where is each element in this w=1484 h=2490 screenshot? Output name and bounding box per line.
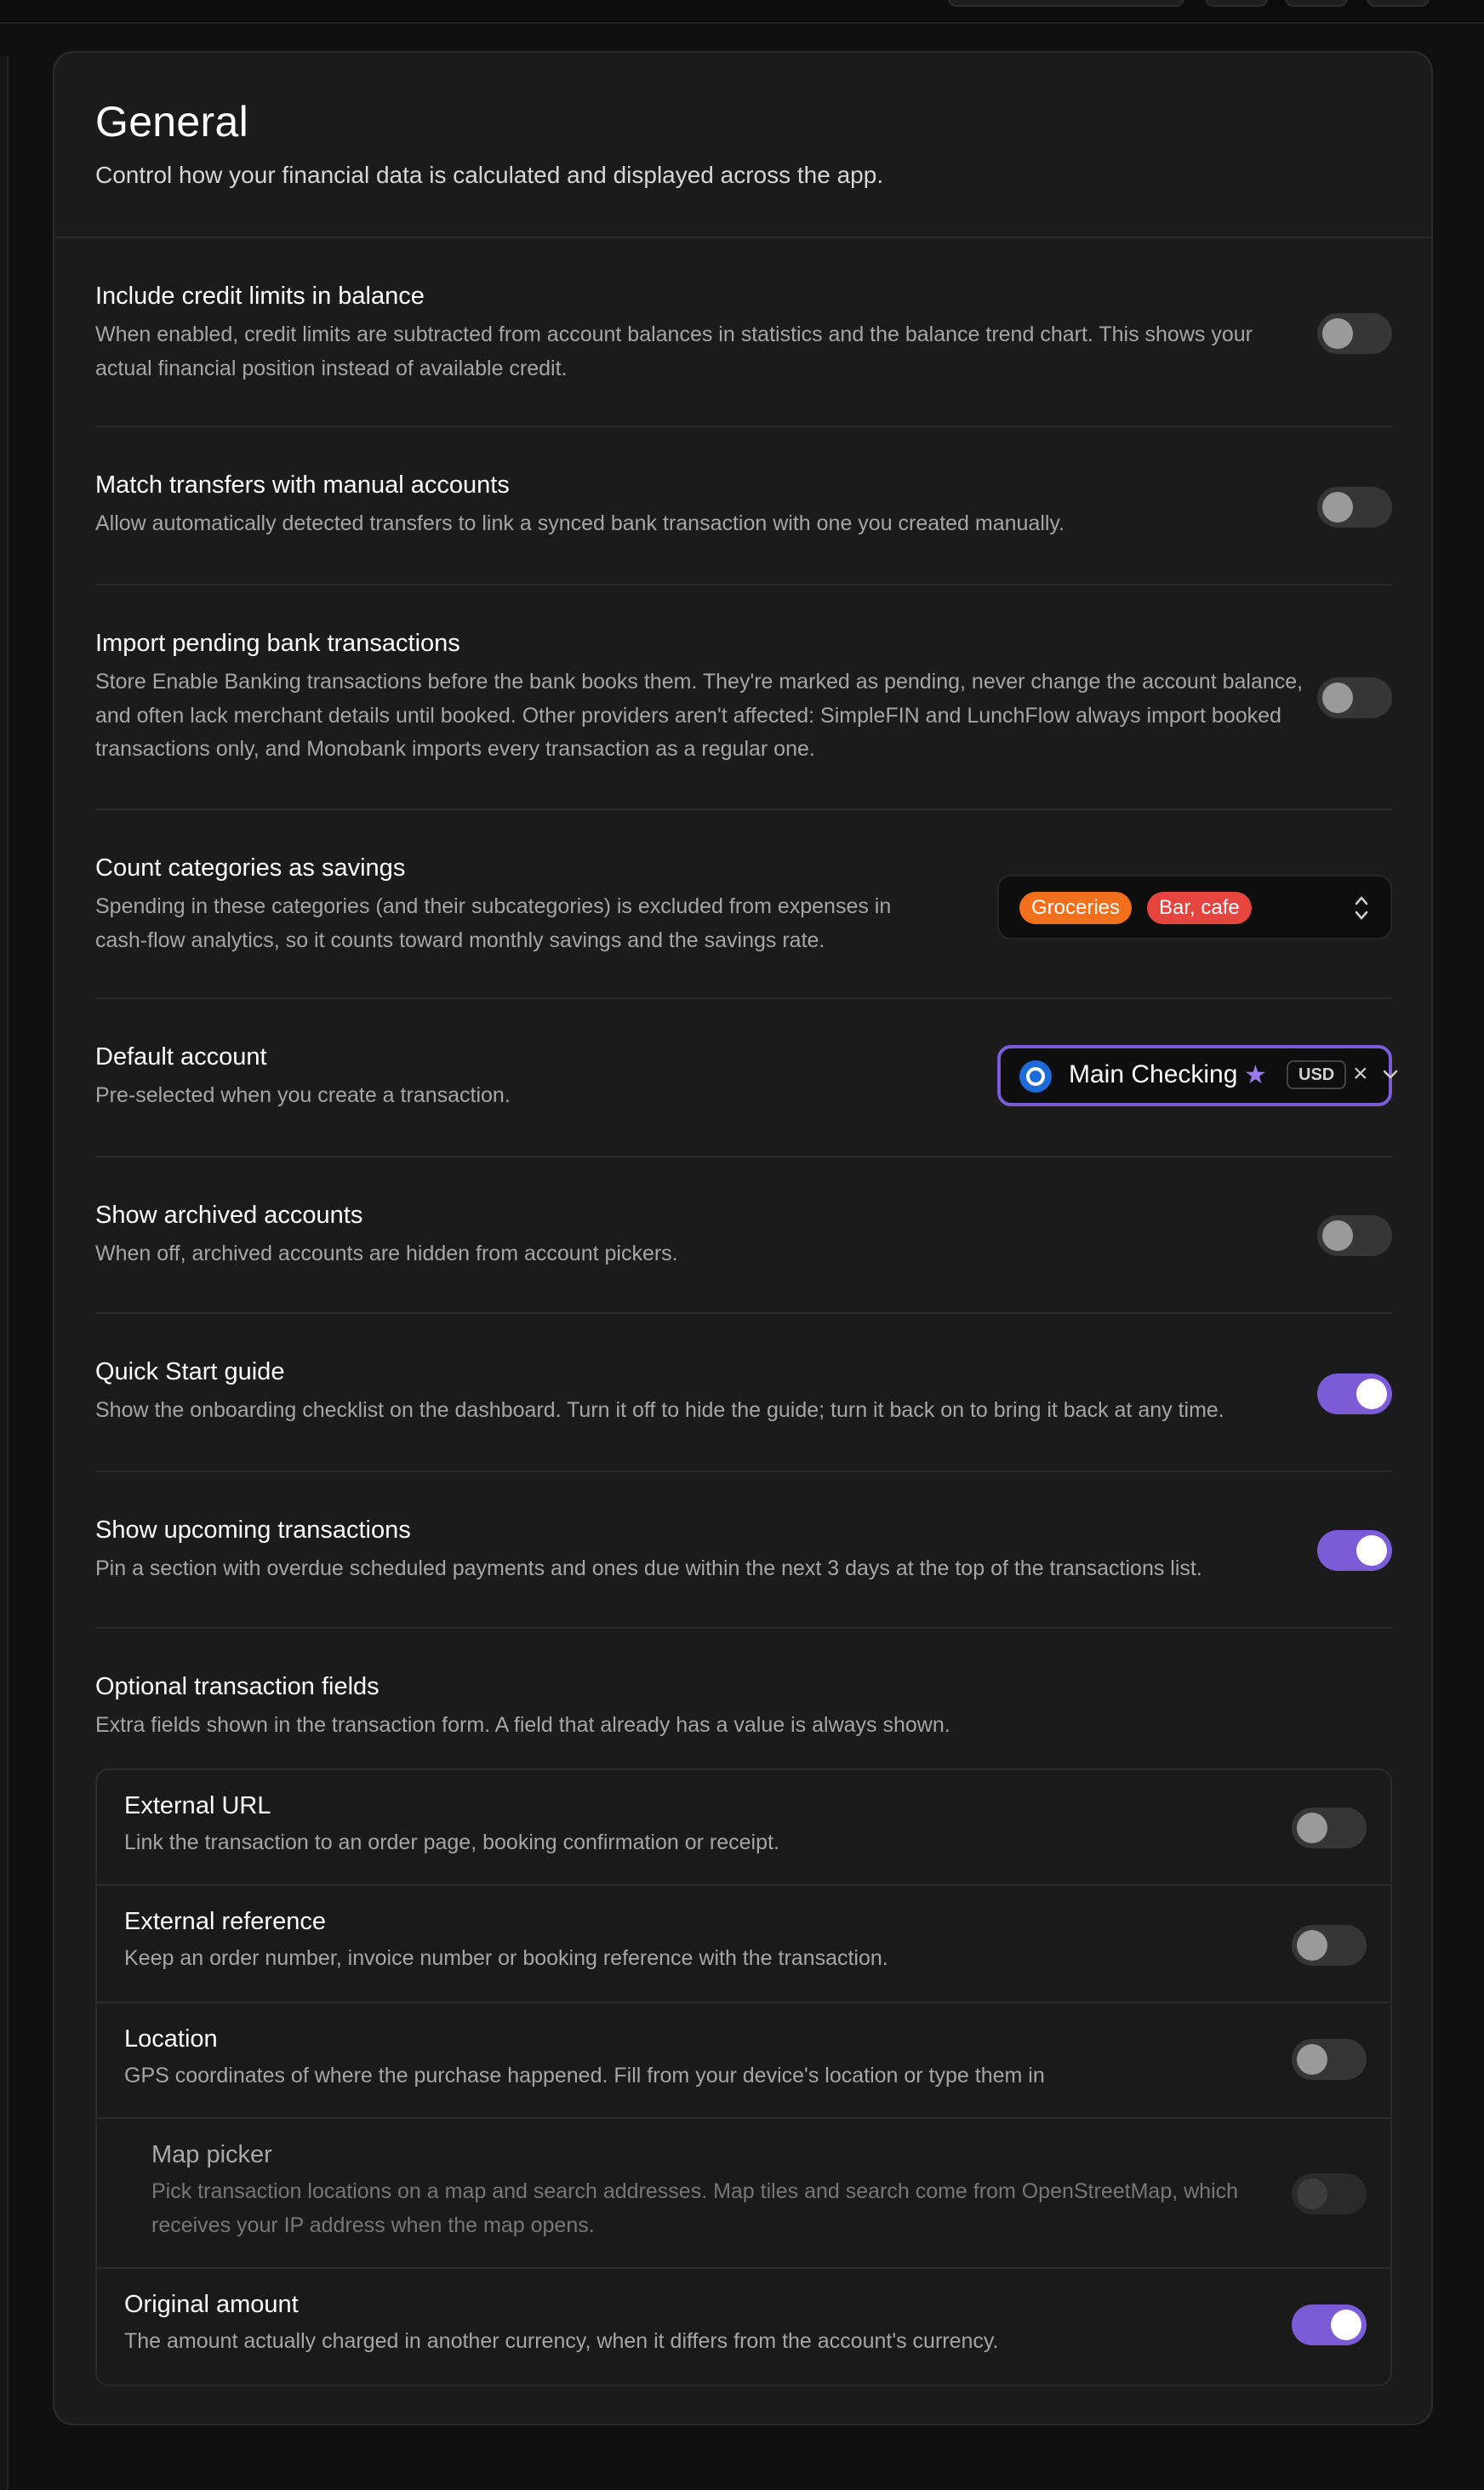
toggle-knob <box>1297 2044 1327 2075</box>
field-location: Location GPS coordinates of where the pu… <box>97 2003 1390 2119</box>
field-title: Map picker <box>151 2141 272 2168</box>
field-description: The amount actually charged in another c… <box>124 2329 999 2353</box>
savings-categories-select[interactable]: Groceries Bar, cafe <box>997 875 1392 939</box>
setting-title: Match transfers with manual accounts <box>95 471 510 499</box>
location-toggle[interactable] <box>1292 2039 1367 2080</box>
credit-limits-toggle[interactable] <box>1317 313 1392 354</box>
toggle-knob <box>1297 1930 1327 1961</box>
chevron-updown-icon <box>1355 896 1368 920</box>
toggle-knob <box>1356 1535 1387 1566</box>
optional-fields-list: External URL Link the transaction to an … <box>95 1768 1392 2386</box>
setting-description: Store Enable Banking transactions before… <box>95 670 1304 694</box>
setting-credit-limits: Include credit limits in balance When en… <box>95 238 1392 427</box>
archived-accounts-toggle[interactable] <box>1317 1215 1392 1256</box>
toggle-knob <box>1322 1220 1353 1251</box>
setting-optional-fields: Optional transaction fields Extra fields… <box>95 1629 1392 1756</box>
field-original-amount: Original amount The amount actually char… <box>97 2269 1390 2384</box>
bank-logo-icon <box>1019 1060 1052 1093</box>
field-title: External reference <box>124 1908 326 1935</box>
setting-description: transactions only, and Monobank imports … <box>95 737 815 761</box>
setting-title: Default account <box>95 1043 267 1071</box>
toggle-knob <box>1297 1813 1327 1843</box>
setting-default-account: Default account Pre-selected when you cr… <box>95 999 1398 1157</box>
setting-description: Show the onboarding checklist on the das… <box>95 1398 1224 1422</box>
top-action-button[interactable] <box>1367 0 1430 7</box>
setting-title: Show archived accounts <box>95 1202 363 1229</box>
default-account-select[interactable]: Main Checking ★ USD × <box>997 1045 1398 1106</box>
page-subtitle: Control how your financial data is calcu… <box>95 162 884 188</box>
setting-title: Optional transaction fields <box>95 1673 380 1700</box>
field-description: receives your IP address when the map op… <box>151 2213 595 2237</box>
toggle-knob <box>1322 492 1353 523</box>
top-action-button[interactable] <box>1285 0 1348 7</box>
field-title: Original amount <box>124 2291 299 2318</box>
category-chip[interactable]: Groceries <box>1019 892 1133 924</box>
original-amount-toggle[interactable] <box>1292 2304 1367 2345</box>
chevron-down-icon[interactable] <box>1382 1065 1399 1082</box>
setting-pending-transactions: Import pending bank transactions Store E… <box>95 585 1392 810</box>
setting-description: actual financial position instead of ava… <box>95 357 568 380</box>
currency-badge: USD <box>1287 1060 1347 1089</box>
field-map-picker: Map picker Pick transaction locations on… <box>97 2119 1390 2269</box>
setting-description: Spending in these categories (and their … <box>95 894 892 918</box>
card-header: General Control how your financial data … <box>54 53 1431 238</box>
external-url-toggle[interactable] <box>1292 1808 1367 1848</box>
toggle-knob <box>1322 318 1353 349</box>
setting-description: When off, archived accounts are hidden f… <box>95 1242 678 1265</box>
external-reference-toggle[interactable] <box>1292 1925 1367 1966</box>
setting-match-transfers: Match transfers with manual accounts All… <box>95 427 1392 585</box>
upcoming-transactions-toggle[interactable] <box>1317 1530 1392 1571</box>
page-title: General <box>95 98 248 146</box>
toggle-knob <box>1297 2179 1327 2209</box>
toggle-knob <box>1331 2310 1361 2340</box>
setting-title: Show upcoming transactions <box>95 1516 411 1544</box>
setting-title: Import pending bank transactions <box>95 630 460 657</box>
field-title: Location <box>124 2025 218 2053</box>
toggle-knob <box>1322 682 1353 713</box>
field-description: Keep an order number, invoice number or … <box>124 1946 888 1970</box>
map-picker-toggle <box>1292 2173 1367 2214</box>
top-bar <box>0 0 1484 24</box>
account-name: Main Checking <box>1069 1060 1238 1088</box>
setting-description: Pin a section with overdue scheduled pay… <box>95 1556 1202 1580</box>
setting-archived-accounts: Show archived accounts When off, archive… <box>95 1157 1392 1314</box>
quick-start-toggle[interactable] <box>1317 1373 1392 1414</box>
category-chip[interactable]: Bar, cafe <box>1147 892 1252 924</box>
field-description: Link the transaction to an order page, b… <box>124 1830 779 1854</box>
setting-title: Quick Start guide <box>95 1358 285 1385</box>
close-icon[interactable]: × <box>1353 1057 1368 1091</box>
match-transfers-toggle[interactable] <box>1317 487 1392 528</box>
setting-description: and often lack merchant details until bo… <box>95 704 1281 728</box>
star-icon: ★ <box>1244 1061 1267 1089</box>
sidebar-edge <box>0 56 9 2490</box>
setting-savings-categories: Count categories as savings Spending in … <box>95 810 1392 999</box>
setting-title: Count categories as savings <box>95 854 406 882</box>
field-external-reference: External reference Keep an order number,… <box>97 1886 1390 2003</box>
field-title: External URL <box>124 1792 271 1819</box>
pending-transactions-toggle[interactable] <box>1317 677 1392 718</box>
field-external-url: External URL Link the transaction to an … <box>97 1770 1390 1886</box>
setting-description: cash-flow analytics, so it counts toward… <box>95 928 825 952</box>
top-search-field[interactable] <box>948 0 1184 7</box>
field-description: Pick transaction locations on a map and … <box>151 2179 1239 2203</box>
top-action-button[interactable] <box>1205 0 1268 7</box>
setting-description: Allow automatically detected transfers t… <box>95 511 1065 535</box>
setting-description: Pre-selected when you create a transacti… <box>95 1083 511 1107</box>
setting-quick-start: Quick Start guide Show the onboarding ch… <box>95 1314 1392 1472</box>
field-description: GPS coordinates of where the purchase ha… <box>124 2064 1045 2087</box>
setting-description: Extra fields shown in the transaction fo… <box>95 1713 950 1737</box>
setting-upcoming-transactions: Show upcoming transactions Pin a section… <box>95 1472 1392 1629</box>
setting-description: When enabled, credit limits are subtract… <box>95 323 1253 346</box>
setting-title: Include credit limits in balance <box>95 283 425 310</box>
toggle-knob <box>1356 1379 1387 1409</box>
general-settings-card: General Control how your financial data … <box>53 51 1433 2425</box>
